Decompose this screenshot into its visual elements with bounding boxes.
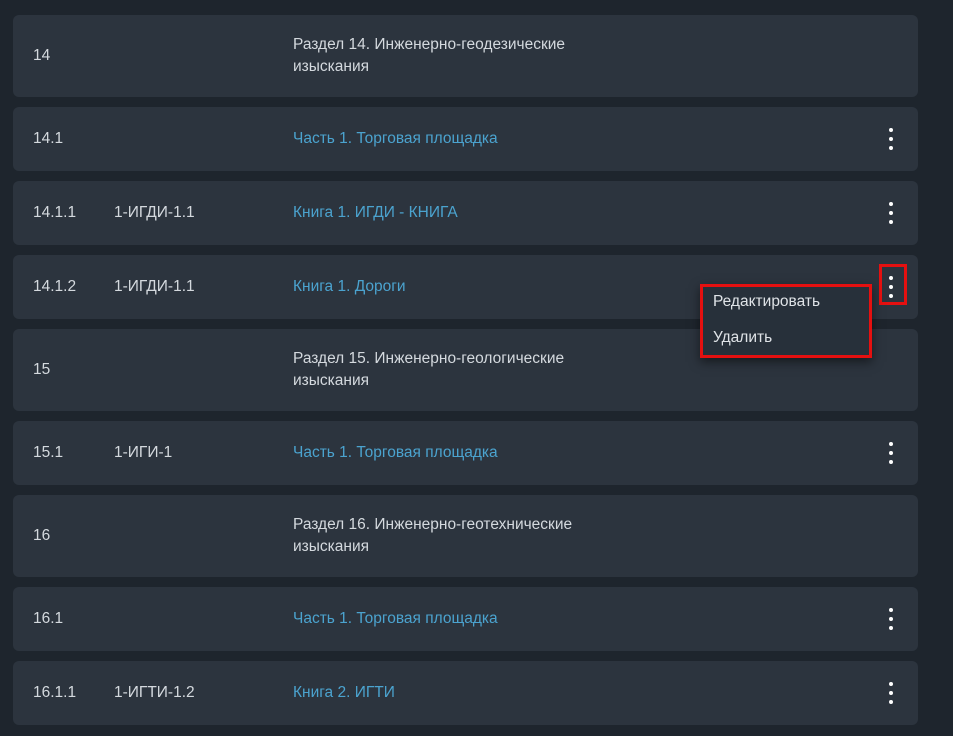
row-number: 15.1 (33, 444, 64, 461)
row-title: Книга 1. Дороги (293, 255, 406, 319)
dot (889, 691, 893, 695)
row-title-link[interactable]: Часть 1. Торговая площадка (293, 128, 498, 150)
more-vertical-icon[interactable] (884, 128, 898, 150)
table-row: 16.1.1 1-ИГТИ-1.2 Книга 2. ИГТИ (13, 661, 918, 725)
section-title: изыскания (293, 372, 370, 389)
row-title: Часть 1. Торговая площадка (293, 107, 498, 171)
section-title: Раздел 15. Инженерно-геологические (293, 350, 565, 367)
row-number: 14.1 (33, 130, 64, 147)
row-code: 1-ИГДИ-1.1 (114, 278, 195, 295)
highlight-box (879, 264, 907, 305)
dot (889, 626, 893, 630)
row-code: 1-ИГТИ-1.2 (114, 684, 195, 701)
table-row: 16 Раздел 16. Инженерно-геотехнические изы… (13, 495, 918, 577)
row-title: Часть 1. Торговая площадка (293, 587, 498, 651)
table-row: 15.1 1-ИГИ-1 Часть 1. Торговая площадка (13, 421, 918, 485)
dot (889, 617, 893, 621)
row-title: Раздел 14. Инженерно-геодезические изыска… (293, 15, 565, 97)
menu-item-delete[interactable]: Удалить (713, 329, 772, 347)
table-row: 16.1 Часть 1. Торговая площадка (13, 587, 918, 651)
dot (889, 682, 893, 686)
context-menu: Редактировать Удалить (700, 284, 872, 358)
dot (889, 128, 893, 132)
row-title: Раздел 16. Инженерно-геотехнические изыск… (293, 495, 572, 577)
row-number: 14.1.1 (33, 204, 77, 221)
table-row: 14.1.1 1-ИГДИ-1.1 Книга 1. ИГДИ - КНИГА (13, 181, 918, 245)
more-vertical-icon[interactable] (884, 682, 898, 704)
dot (889, 137, 893, 141)
row-number: 16 (33, 527, 51, 544)
section-title: изыскания (293, 58, 370, 75)
dot (889, 608, 893, 612)
section-title: Раздел 16. Инженерно-геотехнические (293, 516, 573, 533)
row-code: 1-ИГДИ-1.1 (114, 204, 195, 221)
row-code: 1-ИГИ-1 (114, 444, 173, 461)
row-title: Часть 1. Торговая площадка (293, 421, 498, 485)
dot (889, 451, 893, 455)
menu-item-edit[interactable]: Редактировать (713, 293, 820, 311)
row-title-link[interactable]: Часть 1. Торговая площадка (293, 608, 498, 630)
row-title: Книга 1. ИГДИ - КНИГА (293, 181, 458, 245)
dot (889, 146, 893, 150)
section-title: Раздел 14. Инженерно-геодезические (293, 36, 566, 53)
row-title-link[interactable]: Книга 1. Дороги (293, 276, 406, 298)
row-title-link[interactable]: Книга 1. ИГДИ - КНИГА (293, 202, 458, 224)
dot (889, 202, 893, 206)
section-title: изыскания (293, 538, 370, 555)
table-row: 14.1 Часть 1. Торговая площадка (13, 107, 918, 171)
row-number: 15 (33, 361, 51, 378)
row-title: Книга 2. ИГТИ (293, 661, 395, 725)
dot (889, 211, 893, 215)
row-number: 14.1.2 (33, 278, 77, 295)
more-vertical-icon[interactable] (884, 442, 898, 464)
more-vertical-icon[interactable] (884, 202, 898, 224)
dot (889, 220, 893, 224)
row-number: 16.1 (33, 610, 64, 627)
row-title-link[interactable]: Часть 1. Торговая площадка (293, 442, 498, 464)
dot (889, 442, 893, 446)
table-row: 14 Раздел 14. Инженерно-геодезические изыс… (13, 15, 918, 97)
row-number: 14 (33, 47, 51, 64)
row-title-link[interactable]: Книга 2. ИГТИ (293, 682, 395, 704)
row-title: Раздел 15. Инженерно-геологические изыска… (293, 329, 564, 411)
dot (889, 700, 893, 704)
row-number: 16.1.1 (33, 684, 77, 701)
more-vertical-icon[interactable] (884, 608, 898, 630)
dot (889, 460, 893, 464)
